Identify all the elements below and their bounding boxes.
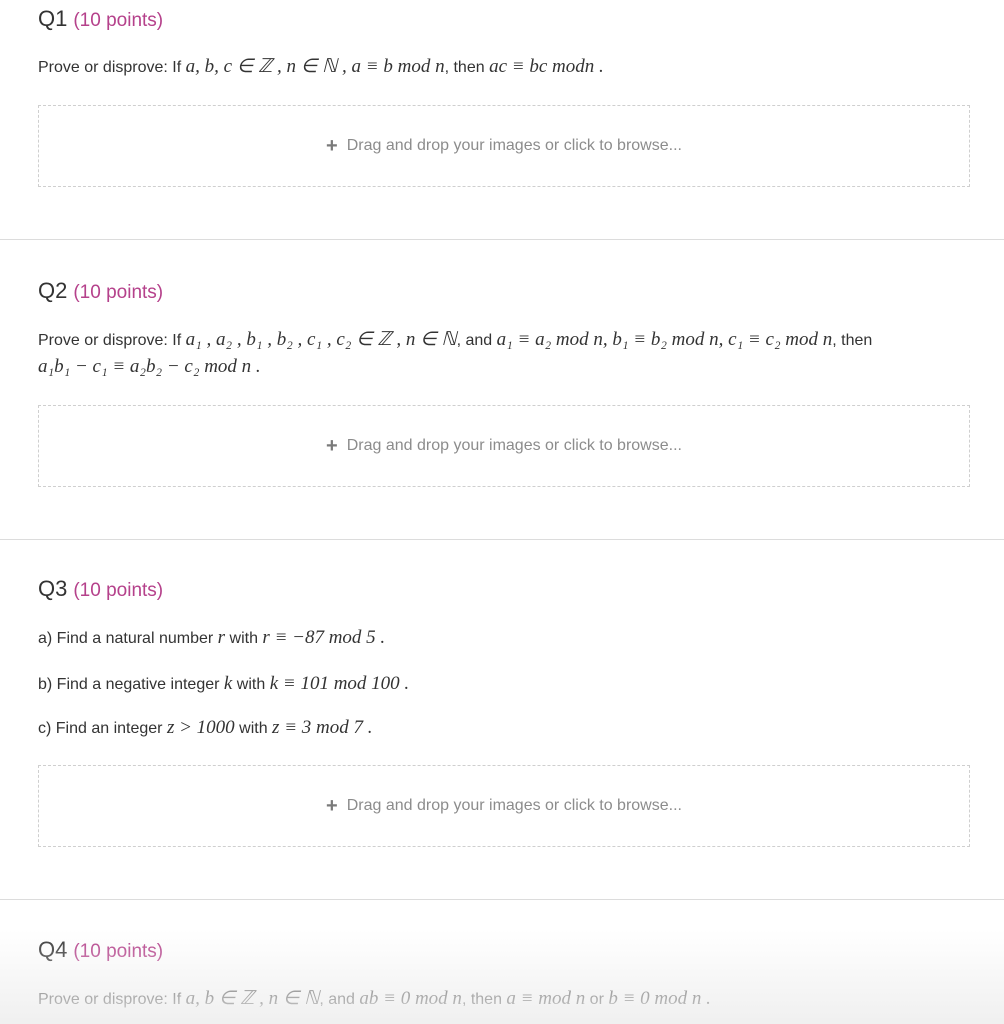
prompt-text: with [229, 630, 258, 647]
math-expression: a₁b₁ − c₁ ≡ a₂b₂ − c₂ mod n . [38, 356, 261, 377]
image-upload-dropzone[interactable]: + Drag and drop your images or click to … [38, 105, 970, 187]
math-expression: a ≡ mod n [506, 988, 586, 1009]
question-title: Q1 (10 points) [38, 6, 163, 32]
math-expression: k ≡ 101 mod 100 . [269, 673, 410, 694]
math-expression: z ≡ 3 mod 7 . [272, 717, 373, 738]
plus-icon: + [326, 795, 338, 817]
math-expression: r ≡ −87 mod 5 . [262, 627, 386, 648]
question-title: Q2 (10 points) [38, 278, 163, 304]
prompt-text: , and [456, 332, 493, 349]
question-title: Q3 (10 points) [38, 576, 163, 602]
prompt-text: b) Find a negative integer [38, 676, 220, 693]
prompt-text: a) Find a natural number [38, 630, 214, 647]
question-2: Q2 (10 points) Prove or disprove: If a₁ ,… [0, 240, 1004, 540]
prompt-text: , then [444, 59, 485, 76]
question-points: (10 points) [73, 580, 164, 601]
question-prompt: Prove or disprove: If a, b ∈ ℤ , n ∈ ℕ, … [38, 986, 964, 1013]
prompt-text: or [589, 991, 604, 1008]
question-prompt: a) Find a natural number r with r ≡ −87 … [38, 625, 964, 742]
upload-instruction: Drag and drop your images or click to br… [346, 437, 682, 454]
prompt-text: Prove or disprove: If [38, 991, 182, 1008]
prompt-text: with [239, 720, 268, 737]
question-4: Q4 (10 points) Prove or disprove: If a, b… [0, 900, 1004, 1024]
math-expression: ac ≡ bc modn . [489, 56, 604, 77]
question-prompt: Prove or disprove: If a₁ , a₂ , b₁ , b₂ … [38, 327, 964, 381]
question-title: Q4 (10 points) [38, 937, 163, 963]
prompt-text: c) Find an integer [38, 720, 163, 737]
prompt-text: , then [832, 332, 873, 349]
prompt-text: with [236, 676, 266, 693]
prompt-text: , then [461, 991, 502, 1008]
image-upload-dropzone[interactable]: + Drag and drop your images or click to … [38, 405, 970, 487]
math-expression: a₁ , a₂ , b₁ , b₂ , c₁ , c₂ ∈ ℤ , n ∈ ℕ [185, 329, 457, 350]
math-variable: r [217, 627, 226, 648]
prompt-text: Prove or disprove: If [38, 332, 182, 349]
upload-instruction: Drag and drop your images or click to br… [346, 137, 682, 154]
prompt-text: , and [319, 991, 355, 1008]
upload-instruction: Drag and drop your images or click to br… [346, 797, 682, 814]
math-expression: ab ≡ 0 mod n [359, 988, 462, 1009]
question-label: Q1 [38, 6, 68, 31]
question-points: (10 points) [73, 282, 164, 303]
math-variable: z > 1000 [166, 717, 235, 738]
math-expression: a, b ∈ ℤ , n ∈ ℕ [185, 988, 320, 1009]
math-expression: a₁ ≡ a₂ mod n, b₁ ≡ b₂ mod n, c₁ ≡ c₂ mo… [496, 329, 833, 350]
image-upload-dropzone[interactable]: + Drag and drop your images or click to … [38, 765, 970, 847]
question-points: (10 points) [73, 10, 164, 31]
plus-icon: + [326, 135, 338, 157]
question-prompt: Prove or disprove: If a, b, c ∈ ℤ , n ∈ … [38, 54, 964, 81]
question-label: Q3 [38, 576, 68, 601]
question-1: Q1 (10 points) Prove or disprove: If a, b… [0, 0, 1004, 240]
question-label: Q2 [38, 278, 68, 303]
prompt-text: Prove or disprove: If [38, 59, 182, 76]
math-variable: k [223, 673, 233, 694]
question-label: Q4 [38, 937, 68, 962]
question-3: Q3 (10 points) a) Find a natural number r… [0, 540, 1004, 900]
math-expression: b ≡ 0 mod n . [608, 988, 711, 1009]
question-points: (10 points) [73, 941, 164, 962]
math-expression: a, b, c ∈ ℤ , n ∈ ℕ , a ≡ b mod n [185, 56, 445, 77]
plus-icon: + [326, 435, 338, 457]
